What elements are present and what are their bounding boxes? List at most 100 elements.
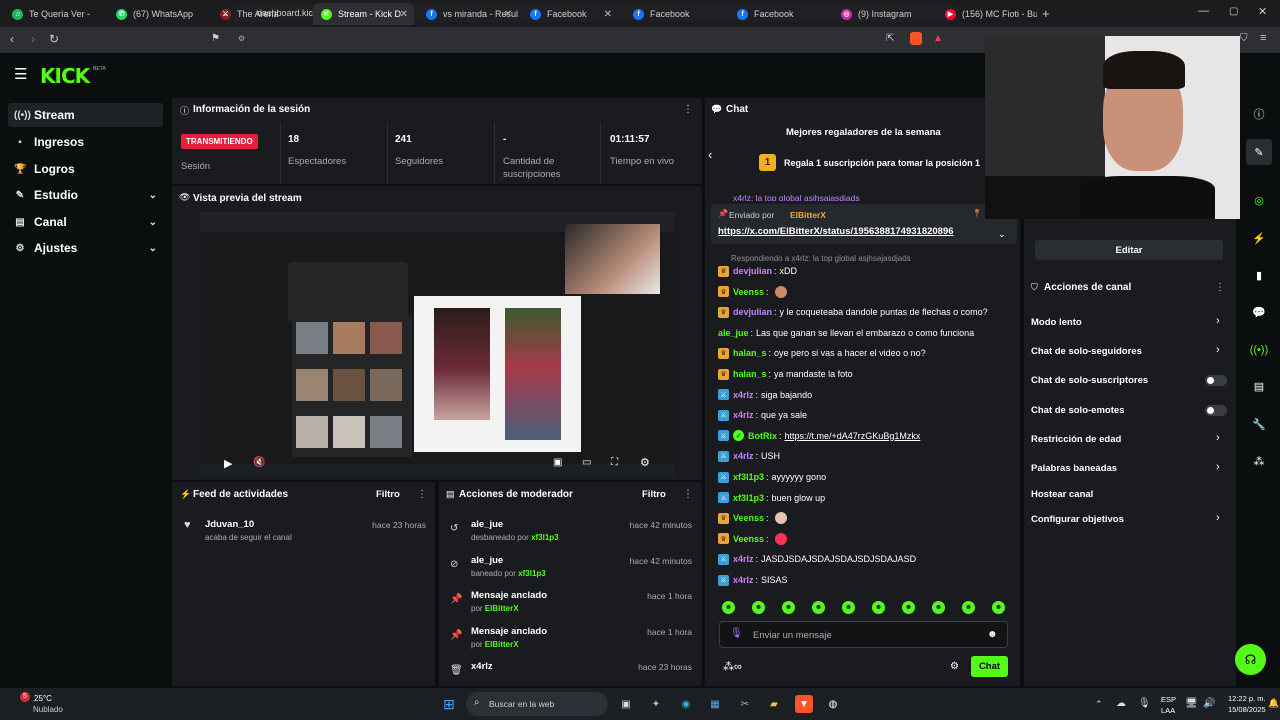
- reload-icon[interactable]: ↻: [49, 32, 59, 46]
- channel-action-5[interactable]: Palabras baneadas: [1031, 461, 1117, 475]
- obs-icon[interactable]: ◍: [824, 695, 842, 713]
- tab-close-icon[interactable]: ✕: [604, 9, 612, 20]
- brave-icon[interactable]: ▼: [795, 695, 813, 713]
- chevron-right-icon[interactable]: ›: [1216, 461, 1220, 473]
- channel-action-6[interactable]: Hostear canal: [1031, 487, 1093, 501]
- sidebar-item-ajustes[interactable]: ⚙ Ajustes ⌄: [8, 236, 163, 260]
- chat-username[interactable]: Veenss: [733, 287, 764, 297]
- mic-icon[interactable]: 🎙: [730, 628, 743, 639]
- chat-link[interactable]: https://t.me/+dA47rzGKuBg1Mzkx: [785, 431, 921, 441]
- wrench-icon[interactable]: 🔧: [1246, 411, 1272, 437]
- channel-action-1[interactable]: Chat de solo-seguidores: [1031, 344, 1142, 358]
- quick-emote-icon[interactable]: ☻: [812, 601, 825, 614]
- clip-icon[interactable]: ▣: [553, 457, 562, 468]
- bookmark-icon[interactable]: ⚑: [211, 33, 220, 44]
- notification-bell-icon[interactable]: 🔔: [1268, 698, 1279, 709]
- chat-username[interactable]: devjulian: [733, 307, 772, 317]
- tab-close-icon[interactable]: ✕: [504, 9, 512, 20]
- chat-message[interactable]: ♛ Veenss:: [718, 532, 787, 546]
- share-icon[interactable]: ⇱: [886, 33, 894, 44]
- file-explorer-icon[interactable]: ▰: [765, 695, 783, 713]
- pinned-link[interactable]: https://x.com/ElBitterX/status/195638817…: [718, 226, 954, 237]
- emoji-icon[interactable]: ☻: [987, 629, 998, 640]
- layout-icon[interactable]: ▤: [1246, 373, 1272, 399]
- settings-icon[interactable]: ⚙: [640, 456, 650, 469]
- quick-emote-icon[interactable]: ☻: [752, 601, 765, 614]
- chat-username[interactable]: xf3l1p3: [733, 472, 764, 482]
- weather-temp[interactable]: 25°C: [34, 694, 52, 703]
- chat-bubble-icon[interactable]: 💬: [1246, 299, 1272, 325]
- info-icon[interactable]: ⓘ: [1246, 101, 1272, 127]
- chat-username[interactable]: x4rlz: [733, 575, 754, 585]
- chat-message[interactable]: ale_jue: Las que ganan se llevan el embar…: [718, 326, 974, 340]
- chat-send-button[interactable]: Chat: [971, 656, 1008, 677]
- chat-username[interactable]: halan_s: [733, 348, 767, 358]
- channel-actions-menu-icon[interactable]: ⋮: [1215, 282, 1225, 293]
- dots-icon[interactable]: ⁂: [1246, 448, 1272, 474]
- points-icon[interactable]: ⁂∞: [723, 660, 742, 673]
- chat-message[interactable]: ⚔ x4rlz: SISAS: [718, 573, 788, 587]
- windows-start-icon[interactable]: ⊞: [440, 695, 458, 713]
- new-tab-button[interactable]: +: [1042, 6, 1050, 21]
- chat-username[interactable]: BotRix: [748, 431, 777, 441]
- chat-message[interactable]: ⚔ xf3l1p3: ayyyyyy gono: [718, 470, 826, 484]
- mod-action-by[interactable]: ElBitterX: [485, 640, 519, 649]
- mod-action-by[interactable]: xf3l1p3: [518, 569, 546, 578]
- quick-emote-icon[interactable]: ☻: [992, 601, 1005, 614]
- kick-logo[interactable]: KICK: [40, 64, 90, 88]
- chat-message[interactable]: ♛ Veenss:: [718, 511, 787, 525]
- sidebar-item-canal[interactable]: ▤ Canal ⌄: [8, 210, 163, 234]
- minimize-icon[interactable]: —: [1198, 5, 1209, 17]
- chat-username[interactable]: ale_jue: [718, 328, 749, 338]
- sidebar-item-ingresos[interactable]: ▪ Ingresos: [8, 130, 163, 154]
- chat-username[interactable]: halan_s: [733, 369, 767, 379]
- chat-message[interactable]: ♛ halan_s: ya mandaste la foto: [718, 367, 853, 381]
- mod-filter-button[interactable]: Filtro: [642, 489, 666, 500]
- browser-tab[interactable]: ♫ Te Quería Ver -: [4, 3, 104, 25]
- lang-primary[interactable]: ESP: [1161, 695, 1176, 704]
- gifters-back-icon[interactable]: ‹: [708, 147, 712, 162]
- chevron-right-icon[interactable]: ›: [1216, 315, 1220, 327]
- hamburger-icon[interactable]: ☰: [14, 65, 27, 83]
- chat-settings-icon[interactable]: ⚙: [950, 661, 959, 672]
- channel-action-0[interactable]: Modo lento: [1031, 315, 1082, 329]
- quick-emote-icon[interactable]: ☻: [842, 601, 855, 614]
- chevron-right-icon[interactable]: ›: [1216, 432, 1220, 444]
- chat-message[interactable]: ⚔ x4rlz: USH: [718, 449, 780, 463]
- browser-tab[interactable]: ✆ (67) WhatsApp: [108, 3, 208, 25]
- volume-icon[interactable]: 🔊: [1203, 698, 1215, 709]
- fullscreen-icon[interactable]: ⛶: [611, 457, 618, 468]
- site-info-icon[interactable]: ⚙: [238, 34, 245, 43]
- chevron-right-icon[interactable]: ›: [1216, 344, 1220, 356]
- quick-emote-icon[interactable]: ☻: [902, 601, 915, 614]
- browser-tab[interactable]: ▶ (156) MC Fioti - Bum: [937, 3, 1037, 25]
- copilot-icon[interactable]: ✦: [647, 695, 665, 713]
- browser-tab[interactable]: f Facebook: [729, 3, 829, 25]
- chat-message[interactable]: ⚔ x4rlz: que ya sale: [718, 408, 807, 422]
- quick-emote-icon[interactable]: ☻: [932, 601, 945, 614]
- theater-icon[interactable]: ▭: [582, 457, 591, 468]
- chat-message[interactable]: ⚔ x4rlz: JASDJSDAJSDAJSDAJSDJSDAJASD: [718, 552, 916, 566]
- feed-user[interactable]: Jduvan_10: [205, 519, 254, 530]
- tray-app-icon[interactable]: ☁: [1116, 698, 1126, 709]
- browser-tab[interactable]: K Stream - Kick D ✕: [313, 3, 414, 25]
- browser-tab[interactable]: ◎ (9) Instagram: [833, 3, 933, 25]
- browser-tab[interactable]: f Facebook ✕: [522, 3, 618, 25]
- channel-action-7[interactable]: Configurar objetivos: [1031, 512, 1124, 526]
- mod-action-by[interactable]: xf3l1p3: [531, 533, 559, 542]
- play-icon[interactable]: ▶: [224, 457, 232, 470]
- tray-chevron-icon[interactable]: ⌃: [1095, 699, 1103, 710]
- sidebar-item-logros[interactable]: 🏆 Logros: [8, 157, 163, 181]
- edge-icon[interactable]: ◉: [677, 695, 695, 713]
- chat-message[interactable]: ♛ devjulian: xDD: [718, 264, 797, 278]
- feed-filter-button[interactable]: Filtro: [376, 489, 400, 500]
- mic-tray-icon[interactable]: 🎙: [1138, 698, 1151, 709]
- back-icon[interactable]: ‹: [10, 32, 14, 46]
- pencil-icon[interactable]: ✎: [1246, 139, 1272, 165]
- quick-emote-icon[interactable]: ☻: [722, 601, 735, 614]
- session-menu-icon[interactable]: ⋮: [683, 104, 693, 115]
- vpn-icon[interactable]: ⛉: [1240, 33, 1248, 44]
- chat-username[interactable]: x4rlz: [733, 451, 754, 461]
- chat-message[interactable]: ♛ devjulian: y le coqueteaba dandole punta…: [718, 305, 988, 319]
- pinned-expand-icon[interactable]: ⌄: [998, 229, 1006, 240]
